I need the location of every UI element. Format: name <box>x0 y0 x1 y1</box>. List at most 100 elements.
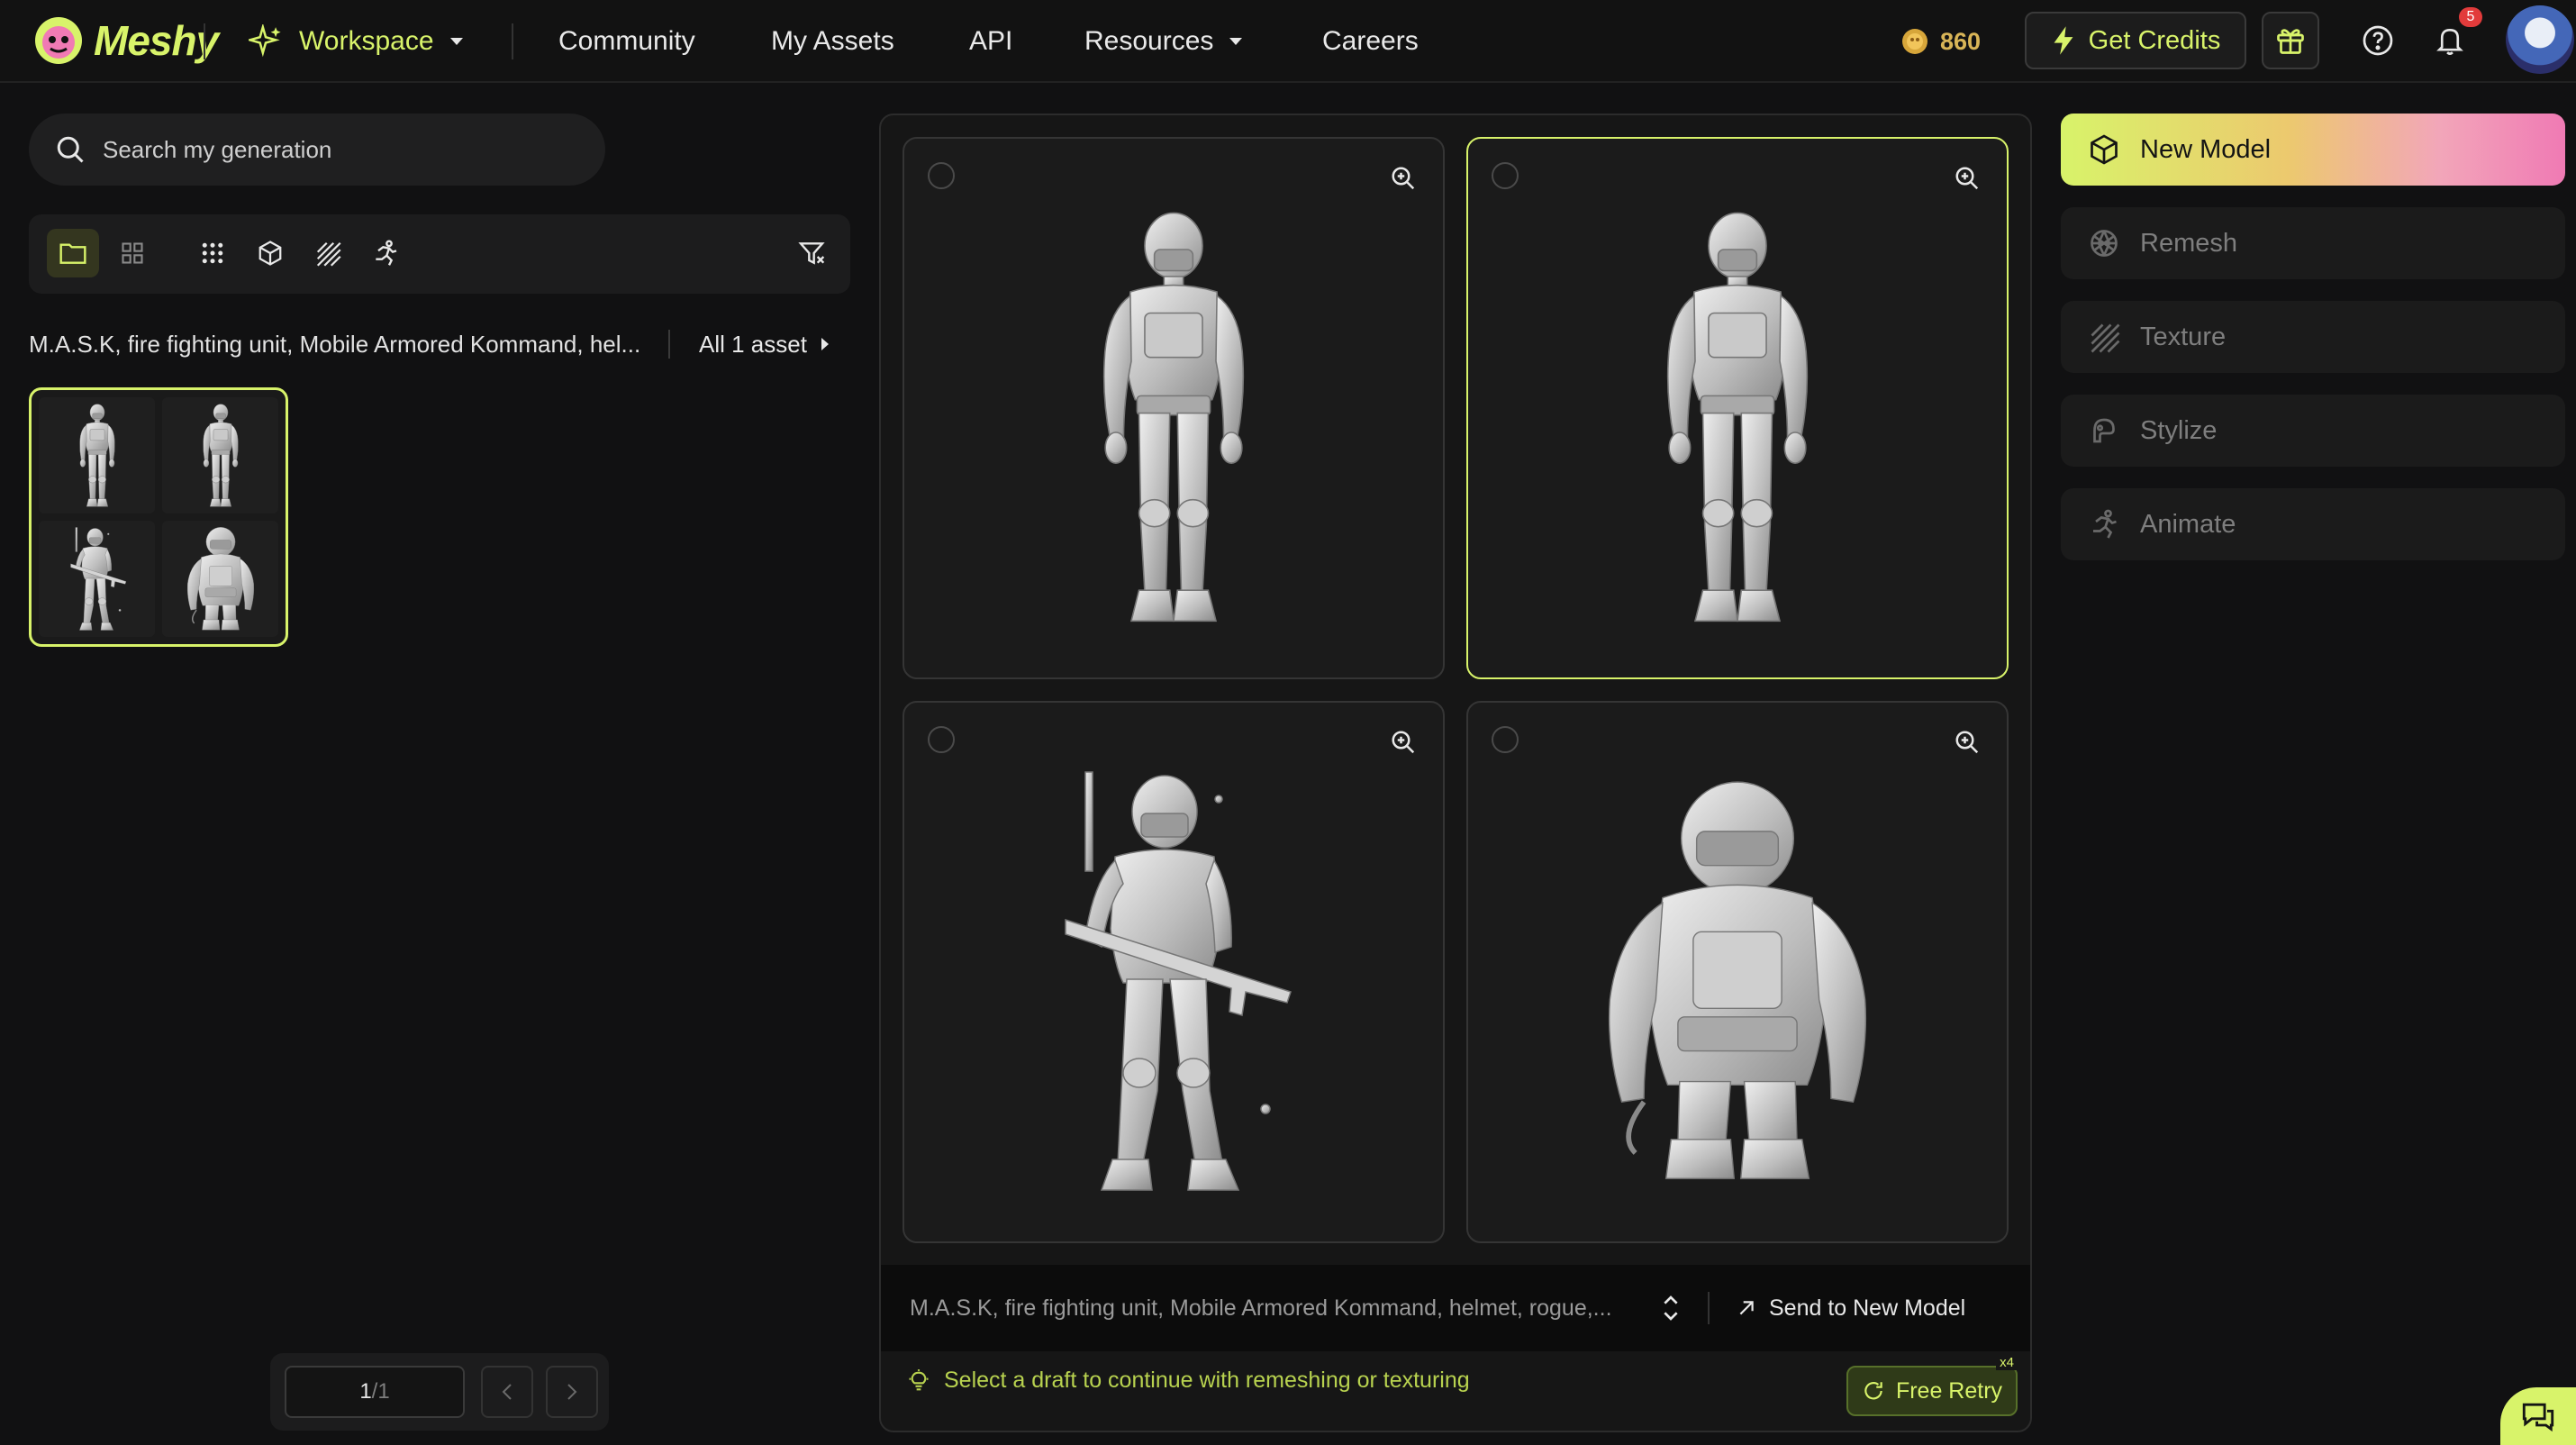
all-assets-link[interactable]: All 1 asset <box>699 331 830 359</box>
zoom-button[interactable] <box>1385 160 1421 196</box>
zoom-button[interactable] <box>1385 724 1421 760</box>
filter-model-button[interactable] <box>244 229 296 277</box>
zoom-button[interactable] <box>1949 724 1985 760</box>
filter-all-button[interactable] <box>186 229 239 277</box>
nav-workspace[interactable]: Workspace <box>249 0 465 83</box>
zoom-in-icon <box>1955 731 1979 754</box>
free-retry-button[interactable]: Free Retry x4 <box>1846 1355 2018 1416</box>
animate-icon <box>2093 509 2117 539</box>
prev-page-button[interactable] <box>481 1366 533 1418</box>
nav-resources[interactable]: Resources <box>1084 0 1244 83</box>
refresh-icon <box>1864 1382 1882 1400</box>
model-preview <box>78 403 115 507</box>
draft-select-radio[interactable] <box>928 726 955 753</box>
gift-button[interactable] <box>2262 12 2319 69</box>
grid-icon <box>122 242 143 264</box>
page-indicator[interactable]: 1/1 <box>285 1366 465 1418</box>
new-model-label: New Model <box>2140 134 2272 164</box>
folder-view-button[interactable] <box>47 229 99 277</box>
draft-select-radio[interactable] <box>928 162 955 189</box>
prompt-text[interactable]: M.A.S.K, fire fighting unit, Mobile Armo… <box>910 1295 1648 1322</box>
support-chat-button[interactable] <box>2500 1387 2576 1445</box>
generation-thumbnail[interactable] <box>29 387 288 647</box>
cube-icon <box>259 241 282 266</box>
search-input[interactable] <box>103 135 589 164</box>
hint-text: Select a draft to continue with remeshin… <box>944 1368 1470 1393</box>
nav-api-label: API <box>969 26 1013 56</box>
draft-card-2[interactable] <box>1466 137 2009 679</box>
nav-community[interactable]: Community <box>558 0 695 83</box>
draft-select-radio[interactable] <box>1492 726 1519 753</box>
credit-balance-value: 860 <box>1940 27 1982 55</box>
thumbnail-draft-1 <box>39 397 155 513</box>
dots-grid-icon <box>202 242 223 264</box>
lightbulb-icon <box>909 1368 929 1390</box>
help-button[interactable] <box>2349 12 2407 69</box>
next-page-button[interactable] <box>546 1366 598 1418</box>
new-model-button[interactable]: New Model <box>2061 114 2565 186</box>
nav-community-label: Community <box>558 26 695 56</box>
grid-view-button[interactable] <box>106 229 159 277</box>
arrow-up-right-icon <box>1739 1301 1754 1315</box>
zoom-in-icon <box>1955 167 1979 190</box>
search-icon <box>57 136 84 163</box>
send-to-new-model-label: Send to New Model <box>1769 1295 1966 1321</box>
nav-my-assets[interactable]: My Assets <box>771 0 894 83</box>
meshy-logo-icon <box>35 17 82 64</box>
lightning-icon <box>2054 26 2073 55</box>
zoom-in-icon <box>1392 167 1415 190</box>
credit-balance[interactable]: 860 <box>1900 22 1981 61</box>
animate-button[interactable]: Animate <box>2061 488 2565 560</box>
generation-group-header: M.A.S.K, fire fighting unit, Mobile Armo… <box>29 326 850 362</box>
cube-icon <box>2091 134 2118 165</box>
texture-button[interactable]: Texture <box>2061 301 2565 373</box>
stylize-button[interactable]: Stylize <box>2061 395 2565 467</box>
retry-count-badge: x4 <box>1996 1355 2018 1370</box>
asset-filter-toolbar <box>29 214 850 294</box>
texture-label: Texture <box>2140 322 2227 351</box>
remesh-button[interactable]: Remesh <box>2061 207 2565 279</box>
caret-down-icon <box>1229 38 1243 45</box>
running-figure-icon <box>376 240 397 266</box>
nav-resources-label: Resources <box>1084 26 1214 56</box>
filter-texture-button[interactable] <box>302 229 354 277</box>
get-credits-label: Get Credits <box>2088 25 2221 55</box>
texture-icon <box>316 241 341 267</box>
stylize-icon <box>2093 418 2115 443</box>
draft-card-4[interactable] <box>1466 701 2009 1243</box>
get-credits-button[interactable]: Get Credits <box>2025 12 2246 69</box>
nav-workspace-label: Workspace <box>299 26 434 56</box>
current-page: 1 <box>359 1379 372 1404</box>
filter-settings-button[interactable] <box>785 229 838 277</box>
draft-select-radio[interactable] <box>1492 162 1519 189</box>
chat-icon <box>2522 1403 2554 1432</box>
brand-name: Meshy <box>94 17 219 64</box>
caret-down-icon <box>449 38 463 45</box>
stylize-label: Stylize <box>2140 415 2218 445</box>
user-avatar[interactable] <box>2506 5 2574 74</box>
hint-message: Select a draft to continue with remeshin… <box>906 1368 1470 1394</box>
help-icon <box>2363 25 2393 56</box>
model-preview <box>1666 212 1809 623</box>
draft-card-3[interactable] <box>903 701 1445 1243</box>
draft-card-1[interactable] <box>903 137 1445 679</box>
model-preview <box>1102 212 1245 623</box>
folder-icon <box>59 243 86 264</box>
send-to-new-model-button[interactable]: Send to New Model <box>1737 1295 1965 1322</box>
zoom-button[interactable] <box>1949 160 1985 196</box>
model-preview <box>186 526 255 631</box>
divider <box>668 330 670 359</box>
nav-careers[interactable]: Careers <box>1322 0 1419 83</box>
total-pages: /1 <box>371 1379 390 1404</box>
nav-my-assets-label: My Assets <box>771 26 894 56</box>
meshy-logo[interactable]: Meshy <box>31 13 219 68</box>
search-bar[interactable] <box>29 114 605 186</box>
pagination: 1/1 <box>270 1353 609 1431</box>
filter-animation-button[interactable] <box>359 229 412 277</box>
free-retry-label: Free Retry <box>1895 1377 2003 1404</box>
nav-api[interactable]: API <box>969 0 1012 83</box>
zoom-in-icon <box>1392 731 1415 754</box>
expand-toggle-icon[interactable] <box>1661 1294 1681 1322</box>
model-preview <box>1584 767 1891 1199</box>
sparkle-icon <box>249 24 281 58</box>
